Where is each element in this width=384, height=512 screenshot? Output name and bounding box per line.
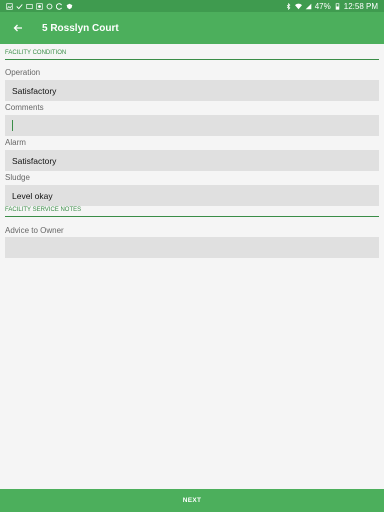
- battery-icon: [335, 2, 339, 10]
- status-bar: 47% 12:58 PM: [0, 0, 384, 12]
- back-button[interactable]: [0, 12, 36, 44]
- operation-label: Operation: [5, 68, 41, 77]
- page-title: 5 Rosslyn Court: [42, 22, 119, 34]
- system-icons: 47% 12:58 PM: [285, 2, 378, 11]
- signal-icon: [305, 3, 312, 9]
- text-cursor: [12, 120, 13, 131]
- gallery-icon: [6, 2, 13, 10]
- comments-field[interactable]: [5, 115, 379, 136]
- advice-field[interactable]: [5, 237, 379, 258]
- back-arrow-icon: [13, 24, 22, 32]
- app-bar: 5 Rosslyn Court: [0, 12, 384, 44]
- operation-field[interactable]: Satisfactory: [5, 80, 379, 101]
- sludge-value: Level okay: [12, 190, 53, 201]
- section-header-facility-condition: FACILITY CONDITION: [5, 50, 379, 60]
- comments-label: Comments: [5, 103, 44, 112]
- bluetooth-icon: [286, 2, 291, 10]
- battery-percent: 47%: [314, 1, 331, 11]
- alarm-field[interactable]: Satisfactory: [5, 150, 379, 171]
- face-icon: [36, 2, 43, 10]
- alarm-label: Alarm: [5, 138, 26, 147]
- section-header-facility-service-notes: FACILITY SERVICE NOTES: [5, 207, 379, 217]
- operation-value: Satisfactory: [12, 85, 57, 96]
- clock: 12:58 PM: [343, 1, 378, 11]
- sludge-label: Sludge: [5, 173, 30, 182]
- alarm-value: Satisfactory: [12, 155, 57, 166]
- shield-icon: [66, 3, 73, 9]
- settings-icon: [46, 3, 53, 9]
- check-icon: [16, 3, 23, 9]
- sludge-field[interactable]: Level okay: [5, 185, 379, 206]
- advice-label: Advice to Owner: [5, 226, 64, 235]
- clean-icon: [56, 2, 62, 10]
- next-button[interactable]: NEXT: [0, 489, 384, 512]
- notification-icons: [6, 2, 73, 10]
- wifi-icon: [294, 3, 302, 9]
- image-icon: [26, 3, 33, 9]
